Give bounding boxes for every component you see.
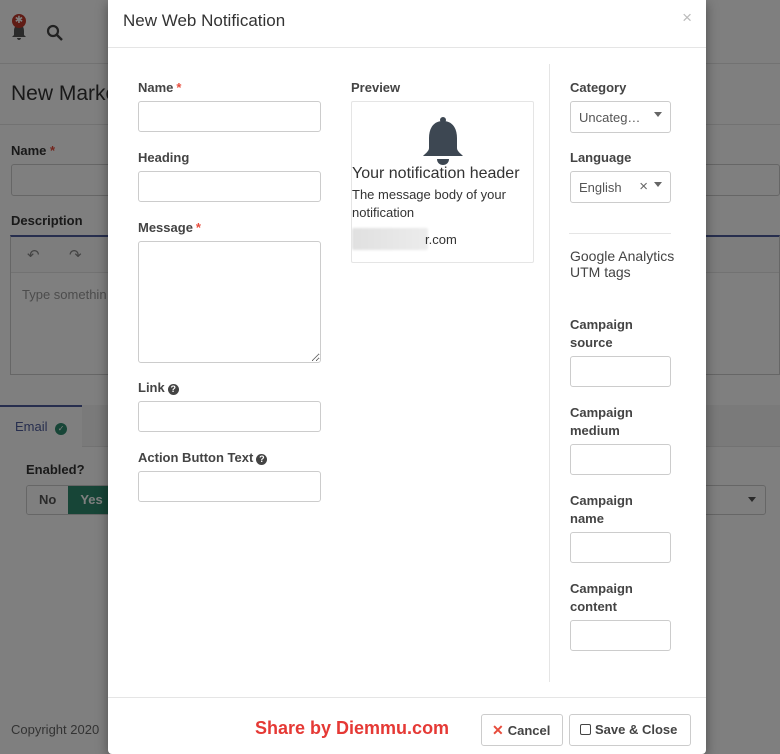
action-button-field-label: Action Button Text? [138,450,268,465]
category-select[interactable]: Uncateg… [570,101,671,133]
chevron-down-icon [654,112,662,117]
help-icon[interactable]: ? [167,384,179,395]
preview-body: The message body of your notification [352,187,506,220]
modal-title: New Web Notification [123,11,286,30]
web-notification-modal: New Web Notification × Name * Heading Mes… [108,0,706,754]
preview-domain: r.com [425,232,457,247]
campaign-content-input[interactable] [570,620,671,651]
save-close-button[interactable]: Save & Close [569,714,691,746]
divider [569,233,671,234]
preview-label: Preview [351,80,401,95]
message-textarea[interactable] [138,241,321,363]
column-divider [549,64,550,682]
category-label: Category [570,80,627,95]
cancel-label: Cancel [507,723,551,738]
link-field-label: Link? [138,380,179,395]
name-input[interactable] [138,101,321,132]
message-field-label: Message * [138,220,201,235]
link-input[interactable] [138,401,321,432]
close-icon: ✕ [492,722,504,738]
cancel-button[interactable]: ✕ Cancel [481,714,563,746]
campaign-source-input[interactable] [570,356,671,387]
campaign-source-label: Campaign source [570,317,633,350]
close-icon[interactable]: × [682,8,692,28]
campaign-name-label: Campaign name [570,493,633,526]
action-button-text-input[interactable] [138,471,321,502]
category-value: Uncateg… [579,110,641,125]
save-close-label: Save & Close [595,722,678,737]
floppy-disk-icon [580,724,591,735]
notification-preview: Your notification header The message bod… [351,101,534,263]
campaign-name-input[interactable] [570,532,671,563]
utm-section-title: Google Analytics UTM tags [570,248,675,280]
watermark-text: Share by Diemmu.com [255,718,450,738]
language-value: English [579,180,622,195]
modal-header: New Web Notification × [108,0,706,48]
preview-header: Your notification header [352,165,520,182]
bell-icon [423,117,463,165]
redacted-domain [352,228,428,250]
clear-icon[interactable]: × [639,178,648,195]
language-select[interactable]: English × [570,171,671,203]
campaign-medium-input[interactable] [570,444,671,475]
heading-field-label: Heading [138,150,190,165]
name-field-label: Name * [138,80,182,95]
heading-input[interactable] [138,171,321,202]
language-label: Language [570,150,632,165]
modal-footer: Share by Diemmu.com ✕ Cancel Save & Close [108,697,706,754]
campaign-medium-label: Campaign medium [570,405,633,438]
chevron-down-icon [654,182,662,187]
campaign-content-label: Campaign content [570,581,633,614]
help-icon[interactable]: ? [256,454,268,465]
